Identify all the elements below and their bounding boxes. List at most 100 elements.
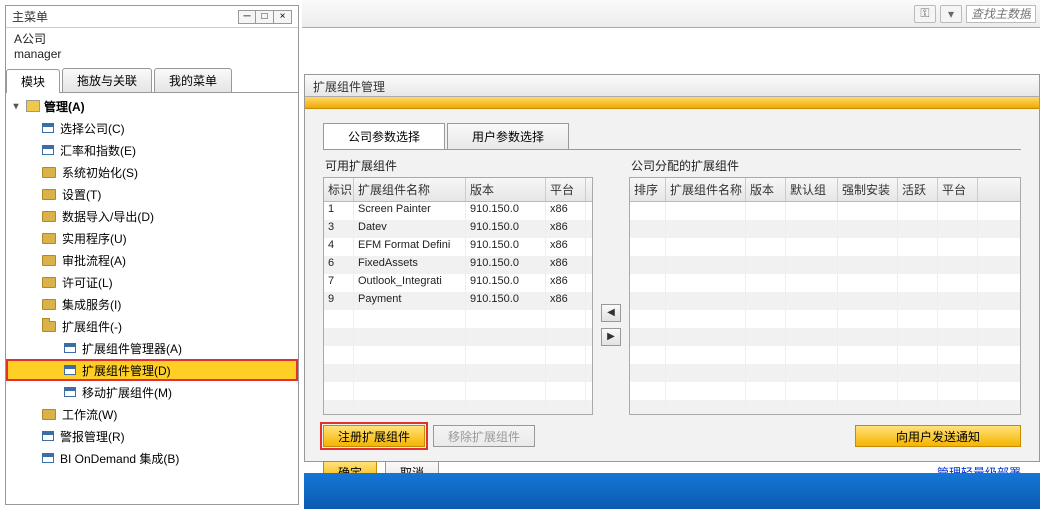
col-order[interactable]: 排序: [630, 178, 666, 201]
cell: [786, 400, 838, 415]
tree-item[interactable]: 扩展组件管理(D): [6, 359, 298, 381]
cell: [546, 364, 586, 382]
table-row[interactable]: 7Outlook_Integrati910.150.0x86: [324, 274, 592, 292]
tree-item[interactable]: 设置(T): [6, 183, 298, 205]
table-row[interactable]: [324, 328, 592, 346]
col-platform2[interactable]: 平台: [938, 178, 978, 201]
table-row[interactable]: [324, 346, 592, 364]
tree-item[interactable]: 汇率和指数(E): [6, 139, 298, 161]
search-input[interactable]: [966, 5, 1036, 23]
table-row[interactable]: [324, 400, 592, 415]
move-right-button[interactable]: ▶: [601, 328, 621, 346]
cell: [898, 292, 938, 310]
col-id[interactable]: 标识: [324, 178, 354, 201]
cell: [786, 238, 838, 256]
dropdown-icon[interactable]: ▾: [940, 5, 962, 23]
table-row[interactable]: [630, 220, 1020, 238]
form-icon: [64, 387, 76, 397]
cell: [746, 292, 786, 310]
maximize-icon[interactable]: □: [256, 10, 274, 24]
table-row[interactable]: [630, 400, 1020, 415]
cell: [786, 256, 838, 274]
assigned-addons-title: 公司分配的扩展组件: [629, 154, 1021, 177]
cell: [898, 256, 938, 274]
col-name2[interactable]: 扩展组件名称: [666, 178, 746, 201]
cell: [746, 346, 786, 364]
form-icon: [42, 453, 54, 463]
register-addon-button[interactable]: 注册扩展组件: [323, 425, 425, 447]
tree-item[interactable]: 扩展组件管理器(A): [6, 337, 298, 359]
tab-dragdrop[interactable]: 拖放与关联: [62, 68, 152, 92]
table-row[interactable]: [630, 202, 1020, 220]
close-icon[interactable]: ×: [274, 10, 292, 24]
cell: [666, 400, 746, 415]
table-row[interactable]: [324, 364, 592, 382]
table-row[interactable]: [630, 274, 1020, 292]
table-row[interactable]: [630, 382, 1020, 400]
cell: [786, 202, 838, 220]
tree-item[interactable]: 警报管理(R): [6, 425, 298, 447]
table-row[interactable]: 9Payment910.150.0x86: [324, 292, 592, 310]
cell: x86: [546, 202, 586, 220]
table-row[interactable]: 6FixedAssets910.150.0x86: [324, 256, 592, 274]
cell: [786, 364, 838, 382]
form-icon: [42, 431, 54, 441]
cell: 6: [324, 256, 354, 274]
minimize-icon[interactable]: ─: [238, 10, 256, 24]
col-platform[interactable]: 平台: [546, 178, 586, 201]
tree-item[interactable]: 许可证(L): [6, 271, 298, 293]
tree-item[interactable]: BI OnDemand 集成(B): [6, 447, 298, 469]
cell: [938, 202, 978, 220]
tree-item[interactable]: 系统初始化(S): [6, 161, 298, 183]
table-row[interactable]: [630, 238, 1020, 256]
tree-item[interactable]: 选择公司(C): [6, 117, 298, 139]
col-default[interactable]: 默认组: [786, 178, 838, 201]
col-name[interactable]: 扩展组件名称: [354, 178, 466, 201]
tree-item-label: 数据导入/导出(D): [62, 208, 154, 225]
table-row[interactable]: 3Datev910.150.0x86: [324, 220, 592, 238]
assigned-addons-grid[interactable]: 排序 扩展组件名称 版本 默认组 强制安装 活跃 平台: [629, 177, 1021, 415]
tree-item[interactable]: 审批流程(A): [6, 249, 298, 271]
cell: [898, 310, 938, 328]
cell: [666, 256, 746, 274]
tree-item-label: 扩展组件管理器(A): [82, 340, 182, 357]
form-icon: [42, 145, 54, 155]
cell: [838, 202, 898, 220]
cell: 4: [324, 238, 354, 256]
move-left-button[interactable]: ◀: [601, 304, 621, 322]
tree-item[interactable]: 工作流(W): [6, 403, 298, 425]
tree-item[interactable]: 集成服务(I): [6, 293, 298, 315]
tree-item[interactable]: 数据导入/导出(D): [6, 205, 298, 227]
gold-strip: [305, 97, 1039, 109]
tree-root[interactable]: ▾ 管理(A): [6, 95, 298, 117]
available-addons-grid[interactable]: 标识 扩展组件名称 版本 平台 1Screen Painter910.150.0…: [323, 177, 593, 415]
collapse-icon[interactable]: ▾: [10, 100, 22, 112]
tree-item[interactable]: 实用程序(U): [6, 227, 298, 249]
col-version[interactable]: 版本: [466, 178, 546, 201]
tab-user-params[interactable]: 用户参数选择: [447, 123, 569, 149]
tab-modules[interactable]: 模块: [6, 69, 60, 93]
table-row[interactable]: 4EFM Format Defini910.150.0x86: [324, 238, 592, 256]
table-row[interactable]: 1Screen Painter910.150.0x86: [324, 202, 592, 220]
col-force[interactable]: 强制安装: [838, 178, 898, 201]
table-row[interactable]: [630, 256, 1020, 274]
table-row[interactable]: [630, 328, 1020, 346]
table-row[interactable]: [630, 310, 1020, 328]
tab-mymenu[interactable]: 我的菜单: [154, 68, 232, 92]
cell: [324, 382, 354, 400]
tree-item[interactable]: 移动扩展组件(M): [6, 381, 298, 403]
table-row[interactable]: [324, 310, 592, 328]
table-row[interactable]: [630, 364, 1020, 382]
table-row[interactable]: [630, 346, 1020, 364]
cell: [746, 400, 786, 415]
tree-item[interactable]: 扩展组件(-): [6, 315, 298, 337]
table-row[interactable]: [324, 382, 592, 400]
col-active[interactable]: 活跃: [898, 178, 938, 201]
table-row[interactable]: [630, 292, 1020, 310]
panel-title: 主菜单: [12, 8, 48, 25]
cell: FixedAssets: [354, 256, 466, 274]
col-version2[interactable]: 版本: [746, 178, 786, 201]
tab-company-params[interactable]: 公司参数选择: [323, 123, 445, 149]
notify-users-button[interactable]: 向用户发送通知: [855, 425, 1021, 447]
key-icon[interactable]: ⚿: [914, 5, 936, 23]
